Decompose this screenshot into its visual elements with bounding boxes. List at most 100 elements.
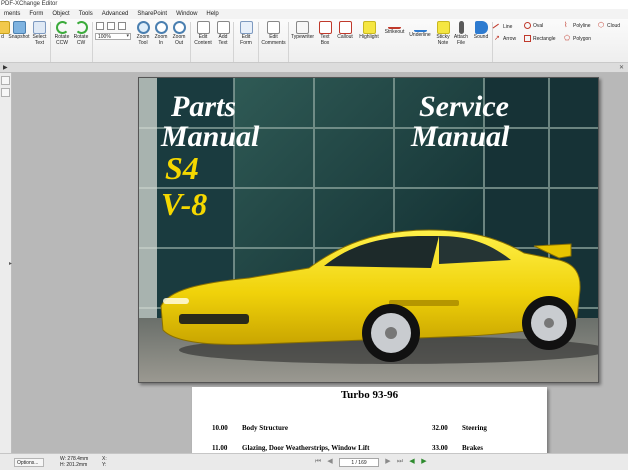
polyline-tool[interactable]: ⌇ Polyline	[564, 22, 591, 29]
paperclip-icon	[458, 21, 464, 34]
rectangle-tool[interactable]: Rectangle	[524, 35, 556, 42]
rectangle-icon	[524, 35, 531, 42]
options-button[interactable]: Options...	[14, 458, 44, 467]
edit-content-button[interactable]: Edit Content	[192, 21, 214, 51]
rotate-cw-button[interactable]: Rotate CW	[72, 21, 90, 51]
strikeout-button[interactable]: Strikeout	[381, 21, 408, 51]
page-number-input[interactable]: 1 / 169	[339, 457, 379, 467]
edit-content-icon	[196, 21, 210, 34]
line-icon	[492, 23, 503, 34]
zoom-tool-button[interactable]: Zoom Tool	[133, 21, 153, 51]
toolbar-separator	[92, 22, 93, 62]
toc-row-label: Steering	[462, 424, 487, 432]
pages-panel-button[interactable]	[1, 88, 10, 97]
back-view-icon[interactable]: ◀	[407, 457, 417, 467]
cover-s4-text: S4	[165, 150, 199, 186]
callout-button[interactable]: Callout	[334, 21, 356, 51]
cover-manual-left-text: Manual	[161, 120, 260, 153]
zoom-level-select[interactable]: 100%	[95, 33, 131, 40]
play-arrow-icon[interactable]: ▶	[3, 64, 8, 71]
cover-v8-text: V-8	[161, 186, 208, 222]
polygon-icon: ⬠	[564, 35, 571, 42]
toc-row-label: Glazing, Door Weatherstrips, Window Lift	[242, 444, 370, 452]
cloud-tool[interactable]: ⬡ Cloud	[598, 22, 620, 29]
menu-window[interactable]: Window	[172, 11, 202, 17]
rotate-ccw-button[interactable]: Rotate CCW	[52, 21, 72, 51]
text-box-button[interactable]: Text Box	[316, 21, 334, 51]
cover-page: Parts Manual S4 V-8 Service Manual	[138, 77, 599, 383]
sticky-note-button[interactable]: Sticky Note	[433, 21, 453, 51]
toolbar-separator	[50, 22, 51, 62]
oval-icon	[524, 22, 531, 29]
first-page-icon[interactable]: ⏮	[313, 457, 323, 467]
add-text-icon	[216, 21, 230, 34]
typewriter-icon	[296, 21, 309, 34]
edit-comments-button[interactable]: Edit Comments	[260, 21, 287, 51]
cover-parts-text: Parts	[171, 90, 237, 123]
line-tool[interactable]: Line	[492, 22, 512, 34]
magnifier-icon	[136, 21, 150, 34]
strikeout-icon	[388, 21, 401, 29]
text-cursor-icon	[33, 21, 46, 34]
close-icon[interactable]: ✕	[619, 64, 624, 71]
toc-row-number: 32.00	[432, 424, 448, 432]
underline-button[interactable]: Underline	[407, 21, 433, 51]
toc-row-number: 33.00	[432, 444, 448, 452]
toolbar-separator	[233, 22, 234, 62]
arrow-icon: ↗	[494, 35, 500, 42]
sticky-note-icon	[436, 21, 450, 34]
next-page-icon[interactable]: ▶	[383, 457, 393, 467]
highlighter-icon	[362, 21, 376, 34]
document-canvas[interactable]: Parts Manual S4 V-8 Service Manual Turbo…	[12, 73, 628, 453]
previous-page-icon[interactable]: ◀	[325, 457, 335, 467]
speaker-icon	[474, 21, 488, 34]
fit-width-icon[interactable]	[107, 22, 115, 30]
status-bar: Options... W: 278.4mm H: 201.2mm X: Y: ⏮…	[0, 453, 628, 470]
callout-icon	[338, 21, 352, 34]
text-box-icon	[318, 21, 332, 34]
bookmarks-panel-button[interactable]	[1, 76, 10, 85]
actual-size-icon[interactable]	[118, 22, 126, 30]
cover-service-text: Service	[419, 90, 509, 123]
zoom-out-button[interactable]: Zoom Out	[170, 21, 188, 51]
forward-view-icon[interactable]: ▶	[419, 457, 429, 467]
page-title: Turbo 93-96	[340, 389, 399, 401]
menu-form[interactable]: Form	[25, 11, 48, 17]
typewriter-button[interactable]: Typewriter	[289, 21, 316, 51]
zoom-in-button[interactable]: Zoom In	[152, 21, 170, 51]
menu-sharepoint[interactable]: SharePoint	[133, 11, 172, 17]
arrow-tool[interactable]: ↗ Arrow	[494, 35, 516, 42]
menu-advanced[interactable]: Advanced	[98, 11, 134, 17]
underline-icon	[413, 21, 427, 32]
toolbar-separator	[258, 22, 259, 62]
highlight-button[interactable]: Highlight	[356, 21, 382, 51]
menu-comments[interactable]: ments	[0, 11, 25, 17]
toc-row-label: Brakes	[462, 444, 483, 452]
side-panel-strip: ▸	[0, 73, 12, 453]
cover-manual-right-text: Manual	[411, 120, 510, 153]
rotate-cw-icon	[74, 21, 88, 34]
edit-form-button[interactable]: Edit Form	[236, 21, 256, 51]
toolbar: d Snapshot Select Text Rotate CCW Rotate…	[0, 19, 628, 63]
snapshot-button[interactable]: Snapshot	[7, 21, 31, 51]
comments-icon	[267, 21, 280, 34]
camera-icon	[12, 21, 26, 34]
page-dimensions: W: 278.4mm H: 201.2mm	[60, 456, 89, 468]
window-title: PDF-XChange Editor	[0, 0, 628, 9]
toolbar-separator	[190, 22, 191, 62]
polygon-tool[interactable]: ⬠ Polygon	[564, 35, 591, 42]
menu-tools[interactable]: Tools	[75, 11, 98, 17]
zoom-out-icon	[172, 21, 186, 34]
add-text-button[interactable]: Add Text	[214, 21, 232, 51]
toc-row-number: 10.00	[212, 424, 228, 432]
menu-object[interactable]: Object	[48, 11, 74, 17]
select-text-button[interactable]: Select Text	[31, 21, 48, 51]
sound-button[interactable]: Sound	[470, 21, 492, 51]
document-tab-strip: ▶ ✕	[0, 63, 628, 73]
menu-help[interactable]: Help	[202, 11, 223, 17]
last-page-icon[interactable]: ⏭	[395, 457, 405, 467]
fit-page-icon[interactable]	[96, 22, 104, 30]
rotate-ccw-icon	[55, 21, 69, 34]
oval-tool[interactable]: Oval	[524, 22, 543, 29]
attach-file-button[interactable]: Attach File	[452, 21, 470, 51]
